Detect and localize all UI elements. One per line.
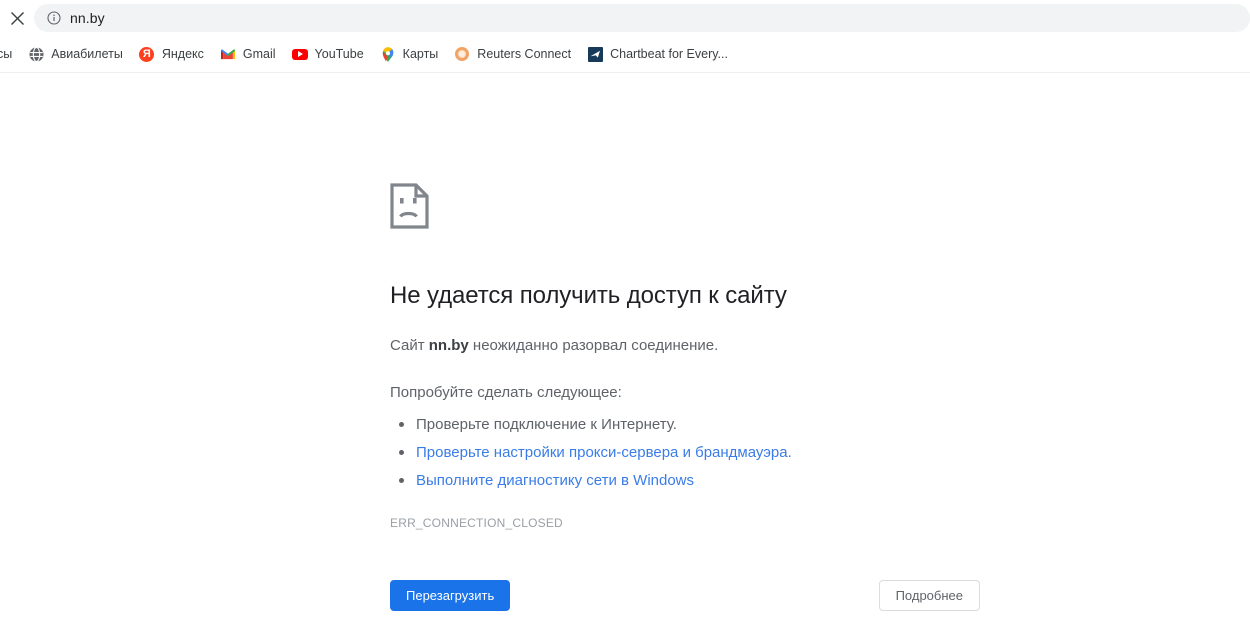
- address-bar[interactable]: nn.by: [34, 4, 1250, 32]
- suggestion-item: Выполните диагностику сети в Windows: [390, 469, 1250, 492]
- bookmark-item[interactable]: сы: [0, 41, 20, 67]
- yandex-icon: Я: [139, 46, 155, 62]
- button-row: Перезагрузить Подробнее: [390, 580, 980, 611]
- sad-document-icon: [390, 183, 1250, 229]
- bookmark-label: Gmail: [243, 48, 276, 61]
- bookmark-item-yandex[interactable]: Я Яндекс: [131, 41, 212, 67]
- bookmark-item-gmail[interactable]: Gmail: [212, 41, 284, 67]
- browser-chrome: nn.by сы: [0, 0, 1250, 73]
- bookmark-label: Авиабилеты: [51, 48, 123, 61]
- info-circle-icon[interactable]: [46, 10, 62, 26]
- reuters-icon: [454, 46, 470, 62]
- error-page: Не удается получить доступ к сайту Сайт …: [0, 73, 1250, 611]
- bookmark-label: сы: [0, 48, 12, 61]
- suggestion-item: Проверьте подключение к Интернету.: [390, 413, 1250, 436]
- bookmark-item-chartbeat[interactable]: Chartbeat for Every...: [579, 41, 736, 67]
- network-diagnostics-link[interactable]: Выполните диагностику сети в Windows: [416, 472, 694, 489]
- suggestion-item: Проверьте настройки прокси-сервера и бра…: [390, 441, 1250, 464]
- globe-icon: [28, 46, 44, 62]
- details-button[interactable]: Подробнее: [879, 580, 980, 611]
- chartbeat-icon: [587, 46, 603, 62]
- proxy-settings-link[interactable]: Проверьте настройки прокси-сервера и бра…: [416, 444, 792, 461]
- bookmark-item-aviabilety[interactable]: Авиабилеты: [20, 41, 131, 67]
- bookmark-item-reuters-connect[interactable]: Reuters Connect: [446, 41, 579, 67]
- bookmark-label: Яндекс: [162, 48, 204, 61]
- error-summary-prefix: Сайт: [390, 337, 429, 354]
- suggestions-list: Проверьте подключение к Интернету. Прове…: [390, 413, 1250, 493]
- suggestion-text: Проверьте подключение к Интернету.: [416, 416, 677, 433]
- error-code: ERR_CONNECTION_CLOSED: [390, 516, 1250, 530]
- error-summary-suffix: неожиданно разорвал соединение.: [469, 337, 718, 354]
- close-tab-button[interactable]: [0, 0, 34, 36]
- google-maps-pin-icon: [380, 46, 396, 62]
- bookmark-label: YouTube: [315, 48, 364, 61]
- page-title: Не удается получить доступ к сайту: [390, 281, 1250, 311]
- address-bar-url[interactable]: nn.by: [70, 11, 105, 25]
- reload-button[interactable]: Перезагрузить: [390, 580, 510, 611]
- bookmark-label: Карты: [403, 48, 439, 61]
- bookmark-label: Reuters Connect: [477, 48, 571, 61]
- close-icon: [10, 11, 25, 26]
- error-summary: Сайт nn.by неожиданно разорвал соединени…: [390, 334, 1250, 357]
- omnibar-row: nn.by: [0, 0, 1250, 36]
- youtube-icon: [292, 46, 308, 62]
- bookmarks-bar: сы Авиабилеты Я Яндекс: [0, 36, 1250, 73]
- error-summary-host: nn.by: [429, 337, 469, 354]
- bookmark-label: Chartbeat for Every...: [610, 48, 728, 61]
- bookmark-item-maps[interactable]: Карты: [372, 41, 447, 67]
- bookmark-item-youtube[interactable]: YouTube: [284, 41, 372, 67]
- gmail-icon: [220, 46, 236, 62]
- suggestions-title: Попробуйте сделать следующее:: [390, 381, 1250, 404]
